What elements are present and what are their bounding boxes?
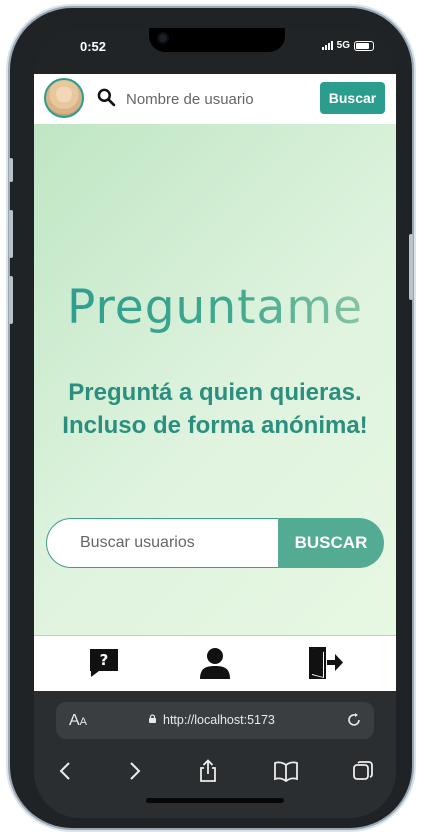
address-bar[interactable]: AA http://localhost:5173 — [56, 702, 374, 739]
text-size-button[interactable]: AA — [69, 712, 87, 730]
user-icon — [200, 648, 230, 679]
hero-section: Preguntame Preguntá a quien quieras. Inc… — [34, 124, 396, 635]
signal-icon — [321, 41, 333, 50]
network-label: 5G — [336, 40, 350, 51]
bookmarks-button[interactable] — [272, 757, 300, 785]
power-button — [409, 234, 413, 300]
volume-up-button — [9, 210, 13, 258]
questions-nav-item[interactable]: ? — [85, 644, 123, 682]
status-time: 0:52 — [80, 39, 107, 54]
app-logo: Preguntame — [34, 280, 396, 335]
tagline: Preguntá a quien quieras. Incluso de for… — [44, 376, 386, 442]
tagline-line-1: Preguntá a quien quieras. — [68, 379, 362, 406]
reload-icon[interactable] — [346, 712, 362, 728]
volume-down-button — [9, 276, 13, 324]
search-icon — [97, 88, 116, 107]
users-search-input[interactable] — [46, 518, 296, 568]
front-camera — [159, 34, 167, 42]
tagline-line-2: Incluso de forma anónima! — [62, 412, 368, 439]
top-search-button[interactable]: Buscar — [320, 82, 385, 114]
question-bubble-icon: ? — [90, 649, 118, 677]
status-bar: 0:52 5G — [34, 28, 396, 74]
user-search-form: BUSCAR — [46, 518, 384, 568]
share-icon — [200, 759, 216, 782]
back-button[interactable] — [51, 757, 79, 785]
bottom-navigation: ? — [34, 635, 396, 692]
username-search-input[interactable] — [124, 87, 298, 111]
battery-icon — [354, 40, 374, 51]
lock-icon — [149, 714, 156, 723]
forward-button[interactable] — [121, 757, 149, 785]
avatar[interactable] — [44, 78, 84, 118]
bookmarks-icon — [274, 761, 298, 782]
tabs-button[interactable] — [349, 757, 377, 785]
logout-nav-item[interactable] — [307, 644, 345, 682]
dynamic-island — [149, 28, 285, 52]
mute-switch — [9, 158, 13, 182]
browser-actions — [34, 757, 396, 787]
logout-icon — [309, 647, 343, 679]
forward-icon — [130, 762, 141, 780]
top-navbar: Buscar — [34, 74, 396, 125]
back-icon — [59, 762, 70, 780]
share-button[interactable] — [194, 757, 222, 785]
svg-text:?: ? — [100, 651, 109, 669]
url-text: http://localhost:5173 — [163, 713, 275, 727]
status-indicators: 5G — [321, 40, 374, 51]
tabs-icon — [353, 761, 373, 780]
phone-screen: 0:52 5G Buscar Preguntame Preguntá a qui… — [34, 28, 396, 818]
profile-nav-item[interactable] — [196, 644, 234, 682]
home-indicator — [146, 798, 284, 803]
search-users-button[interactable]: BUSCAR — [278, 518, 384, 568]
